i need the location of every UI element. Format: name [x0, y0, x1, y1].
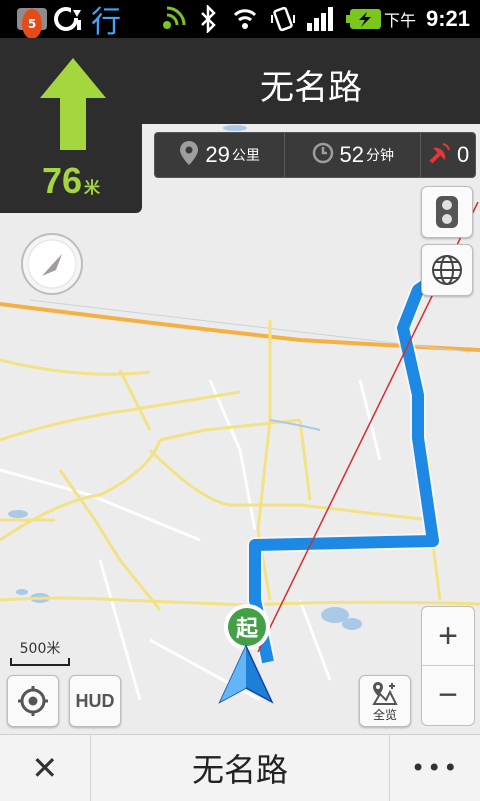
traffic-toggle-button[interactable]: [421, 186, 473, 238]
arrow-up-icon: [40, 58, 106, 150]
turn-guidance-panel: 76 米: [0, 38, 142, 213]
map-overview-icon: [372, 681, 398, 705]
route-overview-button[interactable]: 全览: [359, 675, 411, 727]
svg-text:起: 起: [235, 617, 259, 642]
hud-button[interactable]: HUD: [69, 675, 121, 727]
zoom-control: + −: [421, 606, 475, 726]
scale-bar: [10, 658, 70, 666]
wifi-icon: [230, 4, 260, 34]
map-layer-button[interactable]: [421, 244, 473, 296]
next-road-panel: 无名路: [142, 38, 480, 124]
close-navigation-button[interactable]: ✕: [0, 735, 90, 801]
globe-icon: [432, 255, 462, 285]
scale-label: 500米: [19, 641, 61, 657]
app-icon-char: 行: [91, 5, 121, 40]
compass-button[interactable]: [20, 232, 84, 296]
clock: 9:21: [425, 6, 470, 31]
next-road-name: 无名路: [260, 68, 362, 108]
vibrate-icon: [268, 4, 298, 34]
remaining-distance: 29 公里: [155, 133, 284, 177]
map-scale: 500米: [10, 638, 70, 666]
trip-info-bar: 29 公里 52 分钟 0: [154, 132, 476, 178]
remaining-time: 52 分钟: [284, 133, 420, 177]
battery-icon: [344, 4, 384, 34]
location-pin-icon: [179, 140, 199, 170]
close-icon: ✕: [31, 749, 59, 787]
current-road-name: 无名路: [191, 751, 288, 789]
compass-icon: [21, 233, 83, 295]
zoom-out-button[interactable]: −: [422, 665, 474, 724]
crosshair-icon: [18, 686, 48, 716]
camera-count: 0: [420, 133, 475, 177]
bottom-bar: ✕ 无名路 •••: [0, 734, 480, 801]
more-icon: •••: [410, 754, 460, 782]
clock-icon: [312, 142, 334, 168]
current-road-button[interactable]: 无名路: [89, 735, 390, 801]
locate-button[interactable]: [7, 675, 59, 727]
start-marker: 起: [224, 604, 270, 650]
more-menu-button[interactable]: •••: [389, 735, 480, 801]
gps-signal-icon: [158, 4, 188, 34]
notification-count-badge: 5: [22, 9, 42, 39]
bluetooth-icon: [196, 4, 220, 34]
traffic-light-icon: [436, 196, 458, 228]
cell-signal-icon: [304, 4, 338, 34]
speed-camera-icon: [427, 140, 453, 170]
am-pm-label: 下午: [383, 11, 416, 30]
sync-icon: [52, 4, 84, 34]
status-bar: 5 行 下午 9:21: [0, 0, 480, 40]
zoom-in-button[interactable]: +: [422, 607, 474, 665]
next-turn-distance: 76 米: [41, 160, 101, 201]
